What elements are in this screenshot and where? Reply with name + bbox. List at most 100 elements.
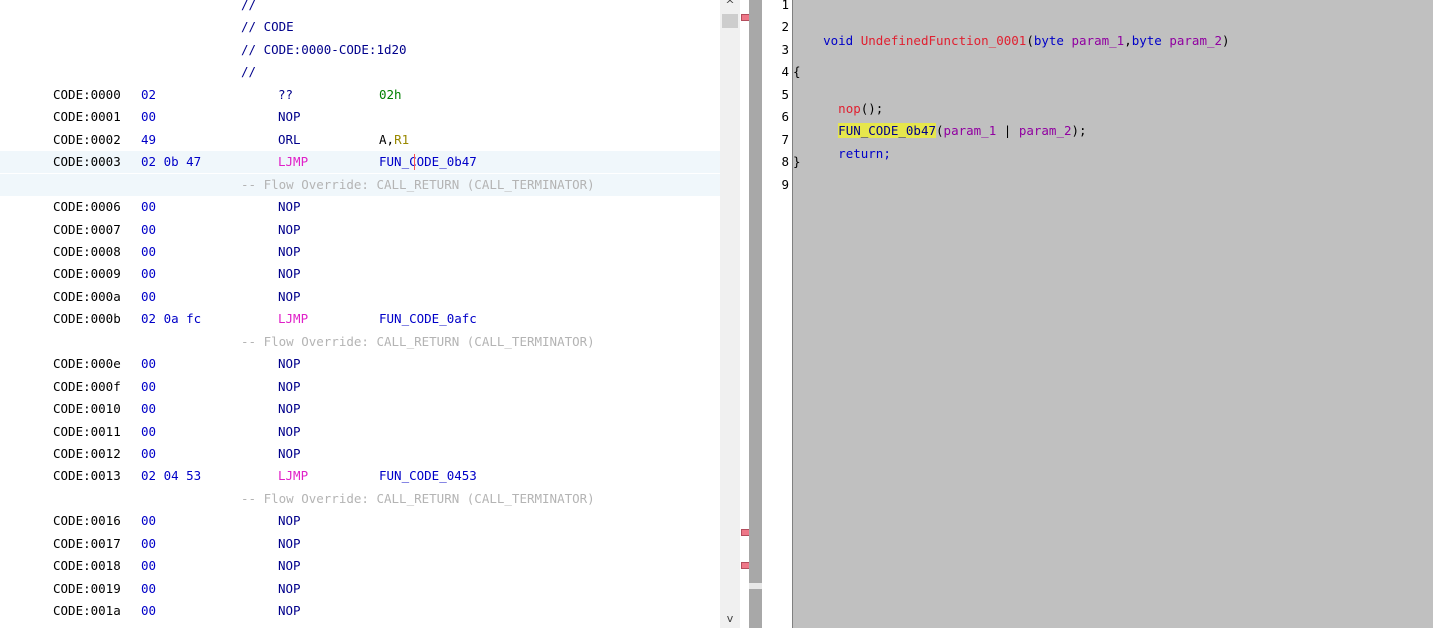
mnemonic[interactable]: NOP [278,581,301,596]
byte-values[interactable]: 00 [141,402,156,416]
address[interactable]: CODE:0000 [53,87,121,102]
mnemonic[interactable]: NOP [278,514,301,528]
flow-override-row[interactable]: -- Flow Override: CALL_RETURN (CALL_TERM… [0,331,720,353]
byte-values[interactable]: 02 [141,87,156,102]
instruction-row[interactable]: CODE:0016 00 NOP [0,510,720,532]
address[interactable]: CODE:0012 [53,447,121,461]
operand[interactable]: 02h [379,87,402,102]
address[interactable]: CODE:000a [53,289,121,304]
address[interactable]: CODE:0001 [53,110,121,124]
mnemonic[interactable]: NOP [278,357,301,371]
mnemonic[interactable]: NOP [278,244,301,259]
instruction-row[interactable]: CODE:0017 00 NOP [0,533,720,555]
instruction-row[interactable]: CODE:0012 00 NOP [0,443,720,465]
instruction-row[interactable]: CODE:0013 02 04 53 LJMP FUN_CODE_0453 [0,465,720,487]
address[interactable]: CODE:0019 [53,581,121,596]
plate-comment[interactable]: // [241,0,256,12]
instruction-row[interactable]: CODE:0010 00 NOP [0,398,720,420]
mnemonic[interactable]: NOP [278,604,301,618]
address[interactable]: CODE:0003 [53,155,121,169]
decompiler-view[interactable]: 123456789 void UndefinedFunction_0001(by… [762,0,1433,628]
mnemonic[interactable]: ORL [278,132,301,147]
decomp-line-7[interactable]: return; [793,133,891,161]
operand-text[interactable]: FUN_CODE_0afc [379,311,477,326]
byte-values[interactable]: 00 [141,289,156,304]
byte-values[interactable]: 02 0a fc [141,312,201,326]
byte-values[interactable]: 00 [141,244,156,259]
byte-values[interactable]: 00 [141,357,156,371]
listing-comment-row[interactable]: // [0,0,720,16]
instruction-row[interactable]: CODE:0001 00 NOP [0,106,720,128]
mnemonic[interactable]: NOP [278,379,301,394]
address[interactable]: CODE:0018 [53,559,121,573]
operand[interactable]: A,R1 [379,132,409,147]
instruction-row[interactable]: CODE:001a 00 NOP [0,600,720,622]
decomp-line-4[interactable]: { [793,65,801,87]
decomp-line-6[interactable]: FUN_CODE_0b47(param_1 | param_2); [793,110,1087,138]
instruction-row[interactable]: CODE:0011 00 NOP [0,421,720,443]
param-token[interactable]: param_2 [1019,123,1072,138]
address[interactable]: CODE:000f [53,379,121,394]
mnemonic[interactable]: NOP [278,200,301,214]
operand-text[interactable]: A, [379,132,394,147]
byte-values[interactable]: 00 [141,110,156,124]
byte-values[interactable]: 00 [141,424,156,439]
instruction-row[interactable]: CODE:0009 00 NOP [0,263,720,285]
instruction-row[interactable]: CODE:0003 02 0b 47 LJMP FUN_CODE_0b47 [0,151,720,174]
flow-override-row[interactable]: -- Flow Override: CALL_RETURN (CALL_TERM… [0,173,720,196]
listing-scrollbar[interactable]: ^ v [720,0,740,628]
mnemonic[interactable]: NOP [278,267,301,281]
instruction-row[interactable]: CODE:000a 00 NOP [0,286,720,308]
register-token[interactable]: R1 [394,132,409,147]
address[interactable]: CODE:001a [53,604,121,618]
flow-override-row[interactable]: -- Flow Override: CALL_RETURN (CALL_TERM… [0,488,720,510]
address[interactable]: CODE:0002 [53,132,121,147]
operand[interactable]: FUN_CODE_0b47 [379,155,477,169]
instruction-row[interactable]: CODE:0007 00 NOP [0,219,720,241]
decomp-line-5[interactable]: nop(); [793,88,883,116]
instruction-row[interactable]: CODE:0000 02?? 02h [0,84,720,106]
address[interactable]: CODE:000b [53,312,121,326]
byte-values[interactable]: 00 [141,222,156,237]
address[interactable]: CODE:0010 [53,402,121,416]
decomp-line-2[interactable]: void UndefinedFunction_0001(byte param_1… [793,20,1229,48]
byte-values[interactable]: 49 [141,132,156,147]
operand[interactable]: FUN_CODE_0453 [379,469,477,483]
function-name[interactable]: UndefinedFunction_0001 [861,33,1027,48]
instruction-row[interactable]: CODE:0002 49 ORL A,R1 [0,129,720,151]
mnemonic[interactable]: ?? [278,87,293,102]
listing-comment-row[interactable]: // CODE:0000-CODE:1d20 [0,39,720,61]
mnemonic[interactable]: NOP [278,402,301,416]
address[interactable]: CODE:0017 [53,536,121,551]
mnemonic[interactable]: LJMP [278,469,308,483]
param-token[interactable]: param_1 [944,123,997,138]
mnemonic[interactable]: NOP [278,222,301,237]
instruction-row[interactable]: CODE:000f 00 NOP [0,376,720,398]
scroll-down-arrow-icon[interactable]: v [720,612,740,625]
param-token[interactable]: param_2 [1169,33,1222,48]
byte-values[interactable]: 02 0b 47 [141,155,201,169]
byte-values[interactable]: 00 [141,379,156,394]
instruction-row[interactable]: CODE:000b 02 0a fc LJMP FUN_CODE_0afc [0,308,720,330]
instruction-row[interactable]: CODE:0018 00 NOP [0,555,720,577]
scroll-up-arrow-icon[interactable]: ^ [720,0,740,11]
instruction-row[interactable]: CODE:0008 00 NOP [0,241,720,263]
byte-values[interactable]: 00 [141,581,156,596]
mnemonic[interactable]: LJMP [278,155,308,169]
address[interactable]: CODE:0008 [53,244,121,259]
address[interactable]: CODE:0013 [53,469,121,483]
plate-comment[interactable]: // CODE [241,20,294,34]
flow-override-comment[interactable]: -- Flow Override: CALL_RETURN (CALL_TERM… [241,334,595,349]
byte-values[interactable]: 00 [141,514,156,528]
plate-comment[interactable]: // [241,65,256,79]
listing-comment-row[interactable]: // [0,61,720,83]
byte-values[interactable]: 00 [141,604,156,618]
mnemonic[interactable]: NOP [278,424,301,439]
listing-comment-row[interactable]: // CODE [0,16,720,38]
mnemonic[interactable]: NOP [278,536,301,551]
address[interactable]: CODE:000e [53,357,121,371]
byte-values[interactable]: 02 04 53 [141,469,201,483]
address[interactable]: CODE:0007 [53,222,121,237]
address[interactable]: CODE:0011 [53,424,121,439]
byte-values[interactable]: 00 [141,447,156,461]
